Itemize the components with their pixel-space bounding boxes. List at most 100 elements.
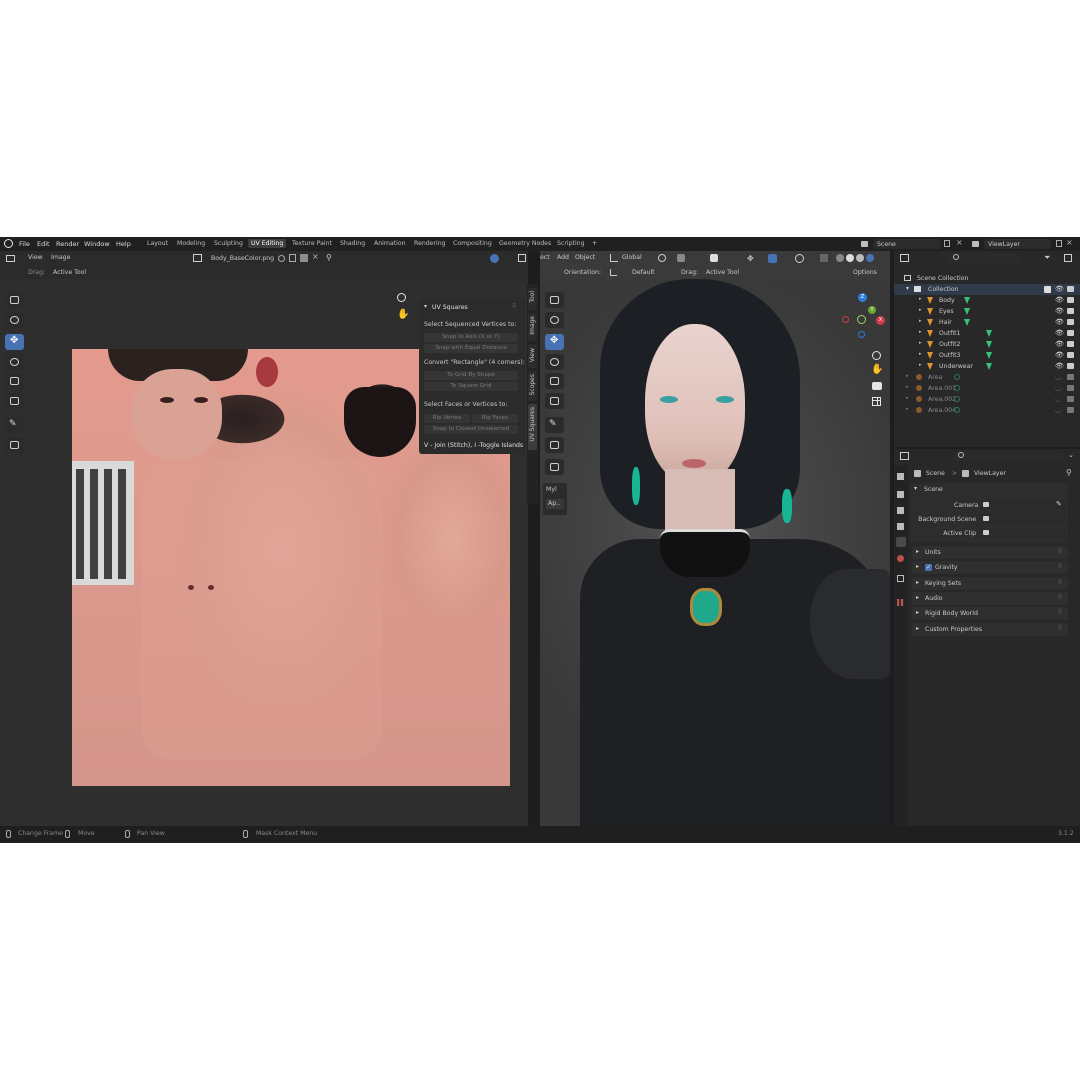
unlink-icon[interactable]: × <box>312 252 319 261</box>
y-axis-icon[interactable]: Y <box>868 306 876 314</box>
annotate-tool[interactable]: ✎ <box>5 417 24 433</box>
x-axis-icon[interactable]: X <box>876 316 885 325</box>
transform-orientation-value[interactable]: Global <box>622 254 642 261</box>
expand-chevron-icon[interactable]: ▸ <box>919 296 922 302</box>
tab-layout[interactable]: Layout <box>147 240 168 247</box>
grid-by-shape-button[interactable]: To Grid By Shape <box>424 371 518 380</box>
output-tab-icon[interactable] <box>897 507 904 514</box>
vp-cursor-tool[interactable] <box>545 312 564 328</box>
properties-section[interactable]: ▸ ✓ Gravity ⠿ <box>912 561 1068 575</box>
tool-tab-icon[interactable] <box>897 473 904 480</box>
world-tab-icon[interactable] <box>897 555 904 562</box>
hidden-eye-icon[interactable]: ◡ <box>1055 395 1061 403</box>
uv-editor[interactable]: View Image Body_BaseColor.png × ⚲ Drag: … <box>0 251 528 826</box>
mesh-data-icon[interactable] <box>986 352 992 359</box>
scene-panel-chevron-icon[interactable]: ▾ <box>914 485 917 492</box>
render-camera-icon[interactable] <box>1067 374 1074 380</box>
sidebar-tab-image[interactable]: Image <box>528 313 537 341</box>
vp-annotate-tool[interactable]: ✎ <box>545 417 564 433</box>
viewport-drag-dropdown[interactable]: Active Tool <box>706 269 739 276</box>
tab-shading[interactable]: Shading <box>340 240 365 247</box>
mesh-data-icon[interactable] <box>986 330 992 337</box>
vp-measure-tool[interactable] <box>545 437 564 453</box>
render-camera-icon[interactable] <box>1067 407 1074 413</box>
filter-icon[interactable]: ⏷ <box>1044 253 1050 263</box>
rip-vertex-button[interactable]: Rip Vertex <box>424 414 470 423</box>
outliner-row-light[interactable]: ▸ Area ◡ <box>894 372 1080 383</box>
vp-scale-tool[interactable] <box>545 373 564 389</box>
menu-window[interactable]: Window <box>84 240 110 248</box>
visibility-eye-icon[interactable]: 👁 <box>1055 307 1064 315</box>
expand-chevron-icon[interactable]: ▸ <box>906 384 909 390</box>
image-browse-icon[interactable] <box>193 254 202 262</box>
snap-closest-button[interactable]: Snap to Closest Unselected <box>424 425 518 434</box>
render-camera-icon[interactable] <box>1067 352 1074 358</box>
outliner-row-object[interactable]: ▸ Body 👁 <box>894 295 1080 306</box>
shading-material-icon[interactable] <box>856 254 864 262</box>
hidden-eye-icon[interactable]: ◡ <box>1055 373 1061 381</box>
z-axis-icon[interactable]: Z <box>858 293 867 302</box>
outliner-row-light[interactable]: ▸ Area.001 ◡ <box>894 383 1080 394</box>
snap-axis-button[interactable]: Snap to Axis (X or Y) <box>424 333 518 342</box>
outliner-search-input[interactable] <box>949 253 1019 263</box>
close-layer-icon[interactable]: × <box>1066 238 1073 247</box>
gizmo-toggle-icon[interactable] <box>518 254 526 262</box>
visibility-eye-icon[interactable]: 👁 <box>1055 340 1064 348</box>
properties-section[interactable]: ▸ Keying Sets ⠿ <box>912 576 1068 590</box>
visibility-eye-icon[interactable]: 👁 <box>1055 362 1064 370</box>
expand-chevron-icon[interactable]: ▸ <box>906 373 909 379</box>
expand-chevron-icon[interactable]: ▸ <box>919 318 922 324</box>
vp-zoom-icon[interactable] <box>872 351 881 360</box>
tab-modeling[interactable]: Modeling <box>177 240 205 247</box>
section-drag-icon[interactable]: ⠿ <box>1058 579 1062 586</box>
render-camera-icon[interactable] <box>1067 286 1074 292</box>
pan-hand-icon[interactable]: ✋ <box>397 309 409 320</box>
gizmo-icon[interactable]: ✥ <box>747 254 754 263</box>
vp-rotate-tool[interactable] <box>545 354 564 370</box>
section-drag-icon[interactable]: ⠿ <box>1058 625 1062 632</box>
close-icon[interactable]: × <box>956 238 963 247</box>
square-grid-button[interactable]: To Square Grid <box>424 382 518 391</box>
rip-faces-button[interactable]: Rip Faces <box>472 414 518 423</box>
snap-equal-button[interactable]: Snap with Equal Distance <box>424 344 518 353</box>
menu-object[interactable]: Object <box>575 254 595 261</box>
snap-icon[interactable] <box>677 254 685 262</box>
select-box-tool[interactable] <box>5 292 24 308</box>
open-image-icon[interactable] <box>300 254 308 262</box>
tab-rendering[interactable]: Rendering <box>414 240 446 247</box>
menu-edit[interactable]: Edit <box>37 240 50 248</box>
section-chevron-icon[interactable]: ▸ <box>916 609 919 616</box>
tab-animation[interactable]: Animation <box>374 240 406 247</box>
cursor-tool[interactable] <box>5 312 24 328</box>
sidebar-tab-tool[interactable]: Tool <box>528 288 537 310</box>
visibility-eye-icon[interactable]: 👁 <box>1055 329 1064 337</box>
sidebar-tab-uv-squares[interactable]: UV Squares <box>528 404 537 450</box>
vp-grid-icon[interactable] <box>872 397 881 406</box>
pin-properties-icon[interactable]: ⚲ <box>1066 468 1072 477</box>
editor-type-icon[interactable] <box>6 255 15 262</box>
3d-viewport[interactable]: ect Add Object Global ✥ Orientation: Def… <box>540 251 890 826</box>
expand-chevron-icon[interactable]: ▸ <box>919 340 922 346</box>
render-camera-icon[interactable] <box>1067 341 1074 347</box>
visibility-eye-icon[interactable]: 👁 <box>1055 285 1064 293</box>
mesh-data-icon[interactable] <box>964 319 970 326</box>
panel-drag-handle-icon[interactable]: ⠿ <box>512 303 516 310</box>
fake-user-icon[interactable] <box>278 255 285 262</box>
properties-section[interactable]: ▸ Rigid Body World ⠿ <box>912 607 1068 621</box>
axis-gizmo[interactable]: Z Y X <box>840 293 888 341</box>
render-camera-icon[interactable] <box>1067 308 1074 314</box>
outliner-row-object[interactable]: ▸ Hair 👁 <box>894 317 1080 328</box>
outliner-row-object[interactable]: ▸ Underwear 👁 <box>894 361 1080 372</box>
new-collection-icon[interactable] <box>1064 254 1072 262</box>
render-camera-icon[interactable] <box>1067 396 1074 402</box>
image-name-field[interactable]: Body_BaseColor.png <box>207 253 275 263</box>
gravity-checkbox[interactable]: ✓ <box>925 564 932 572</box>
menu-select-partial[interactable]: ect <box>540 254 550 261</box>
mesh-data-icon[interactable] <box>986 363 992 370</box>
overlay-toggle-icon[interactable] <box>490 254 499 263</box>
outliner-row-object[interactable]: ▸ Outfit2 👁 <box>894 339 1080 350</box>
section-drag-icon[interactable]: ⠿ <box>1058 563 1062 570</box>
neg-z-axis-icon[interactable] <box>858 331 865 338</box>
drag-dropdown[interactable]: Active Tool <box>50 267 92 277</box>
vp-transform-tool[interactable] <box>545 393 564 409</box>
